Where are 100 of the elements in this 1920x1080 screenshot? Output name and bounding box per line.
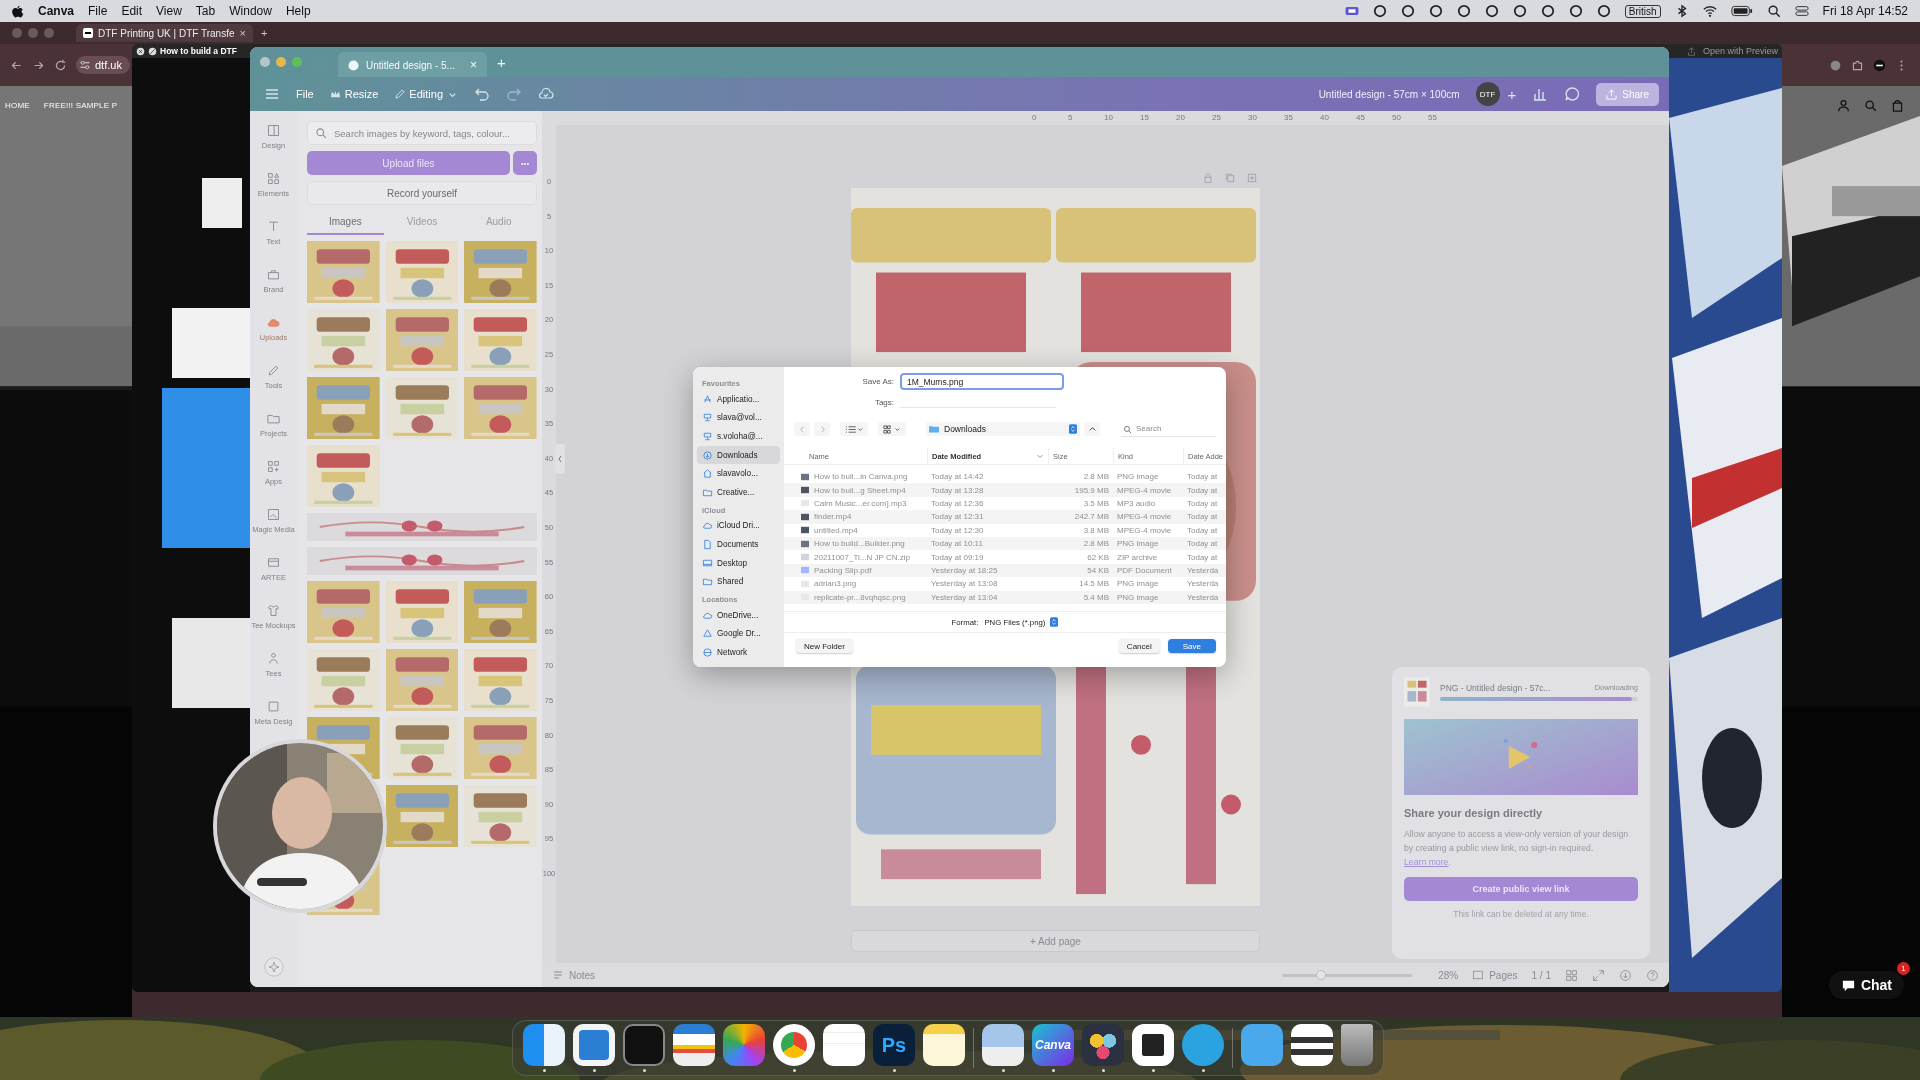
status-icon[interactable] [1596,4,1611,18]
search-icon[interactable] [1766,4,1781,18]
new-tab-button[interactable]: + [260,27,268,39]
tab-close[interactable]: × [239,27,246,39]
screen-icon[interactable] [1344,4,1359,18]
folder-icon [929,425,939,433]
menu-item[interactable]: Edit [121,4,143,18]
add-icon[interactable] [1246,172,1258,184]
menu-icon[interactable] [264,86,280,102]
app-icon[interactable]: Canva [1032,1024,1074,1066]
battery-icon[interactable] [1730,4,1753,18]
download-folder-icon[interactable] [1241,1024,1283,1066]
download-icon[interactable] [1619,968,1632,982]
sidebar-item[interactable]: slava@vol... [697,408,780,428]
window-controls[interactable] [12,28,54,38]
calendar-icon[interactable] [673,1024,715,1066]
status-icon[interactable] [1540,4,1555,18]
table-cell-text: MPEG-4 movie [1116,512,1173,522]
reload-icon[interactable] [54,58,67,72]
sidebar-item[interactable]: OneDrive... [697,605,780,625]
sidebar-item[interactable]: Documents [697,535,780,554]
menu-item[interactable]: Tab [195,4,216,18]
add-button[interactable]: + [1507,85,1517,103]
sidebar-item[interactable]: Google Dr... [697,624,780,644]
trash-icon[interactable] [1341,1024,1373,1066]
menu-item[interactable]: File [88,4,108,18]
comment-icon[interactable] [1564,86,1581,102]
search-field[interactable]: Search images by keyword, tags, colour... [307,121,537,145]
ruler-number: 0 [1032,112,1038,124]
sidebar-item[interactable]: Shared [697,572,780,591]
app-menu[interactable]: Canva [38,4,75,18]
undo-icon[interactable] [474,86,490,102]
sidebar-item[interactable]: Applicatio... [697,390,780,409]
location-dropdown[interactable]: Downloads [926,422,1080,436]
puzzle-icon[interactable] [1851,58,1864,72]
tab[interactable]: Images [307,211,384,235]
table-cell: untitled.mp4 [814,525,858,535]
share-icon[interactable] [1686,46,1696,56]
sidebar-item[interactable]: Downloads [697,445,780,465]
status-icon[interactable] [1400,4,1415,18]
grid-icon [883,424,901,434]
sidebar-item[interactable]: slavavolo... [697,464,780,483]
document-title[interactable]: Untitled design - 57cm × 100cm [1318,88,1460,100]
file-menu[interactable]: File [296,88,314,100]
sparkle-icon[interactable] [263,957,284,977]
sidebar-item[interactable]: Desktop [697,553,780,573]
open-with-preview-button[interactable]: Open with Preview [1702,46,1778,56]
list-view-button[interactable] [840,422,868,436]
menu-item[interactable]: Window [229,4,272,18]
bar-chart-icon[interactable] [1532,86,1549,102]
menu-item[interactable]: View [156,4,182,18]
status-icon[interactable] [1512,4,1527,18]
cancel-button[interactable]: Cancel [1118,639,1160,653]
avatar[interactable]: DTF [1475,82,1500,106]
control-center-icon[interactable] [1794,4,1809,18]
status-icon[interactable] [1372,4,1387,18]
chevron-down-icon [1036,452,1044,460]
status-icon[interactable] [1428,4,1443,18]
file-name-field[interactable]: 1M_Mums.png [900,373,1064,390]
table-cell-text: 5.4 MB [1082,592,1110,602]
redo-icon[interactable] [506,86,522,102]
sidebar-item[interactable]: Network [697,643,780,662]
notepad-icon[interactable] [923,1024,965,1066]
list-icon[interactable] [823,1024,865,1066]
status-icon[interactable] [1568,4,1583,18]
status-icon[interactable] [1484,4,1499,18]
wifi-icon[interactable] [1702,4,1717,18]
browser-tab[interactable]: DTF Printing UK | DTF Transfe × [76,24,253,42]
menu-item[interactable]: Help [285,4,311,18]
status-icon[interactable] [1456,4,1471,18]
clock[interactable]: Fri 18 Apr 14:52 [1822,4,1908,18]
resize-button[interactable]: Resize [329,88,379,100]
expand-button[interactable] [1084,422,1100,436]
help-icon[interactable] [1646,968,1659,982]
collapse-icon[interactable] [555,444,565,474]
blocked-icon[interactable] [148,46,157,56]
new-tab-button[interactable]: + [496,53,506,71]
apple-icon[interactable] [12,4,24,18]
grid-icon[interactable] [1565,968,1578,982]
sliders-icon[interactable] [79,59,91,71]
record-yourself-button[interactable]: Record yourself [307,181,537,205]
avatar-icon[interactable] [1873,58,1886,72]
close-icon[interactable] [136,46,145,56]
input-source[interactable]: British [1624,4,1661,18]
terminal-icon[interactable] [623,1024,665,1066]
window-controls[interactable] [260,57,302,67]
sidebar-item[interactable]: iCloud Dri... [697,516,780,536]
table-cell-text: 54 KB [1086,565,1110,575]
new-folder-button[interactable]: New Folder [796,639,853,653]
circle-icon[interactable] [1829,58,1842,72]
editing-dropdown[interactable]: Editing [394,88,458,100]
sidebar-item[interactable]: s.voloha@... [697,427,780,446]
sidebar-item[interactable]: Creative... [697,482,780,502]
circles-icon[interactable] [1082,1024,1124,1066]
expand-icon[interactable] [1592,968,1605,982]
save-button[interactable]: Save [1167,639,1216,653]
grid-view-button[interactable] [878,422,906,436]
cloud-check-icon[interactable] [538,86,554,102]
image-icon [266,507,281,522]
app-icon[interactable]: Ps [873,1024,915,1066]
